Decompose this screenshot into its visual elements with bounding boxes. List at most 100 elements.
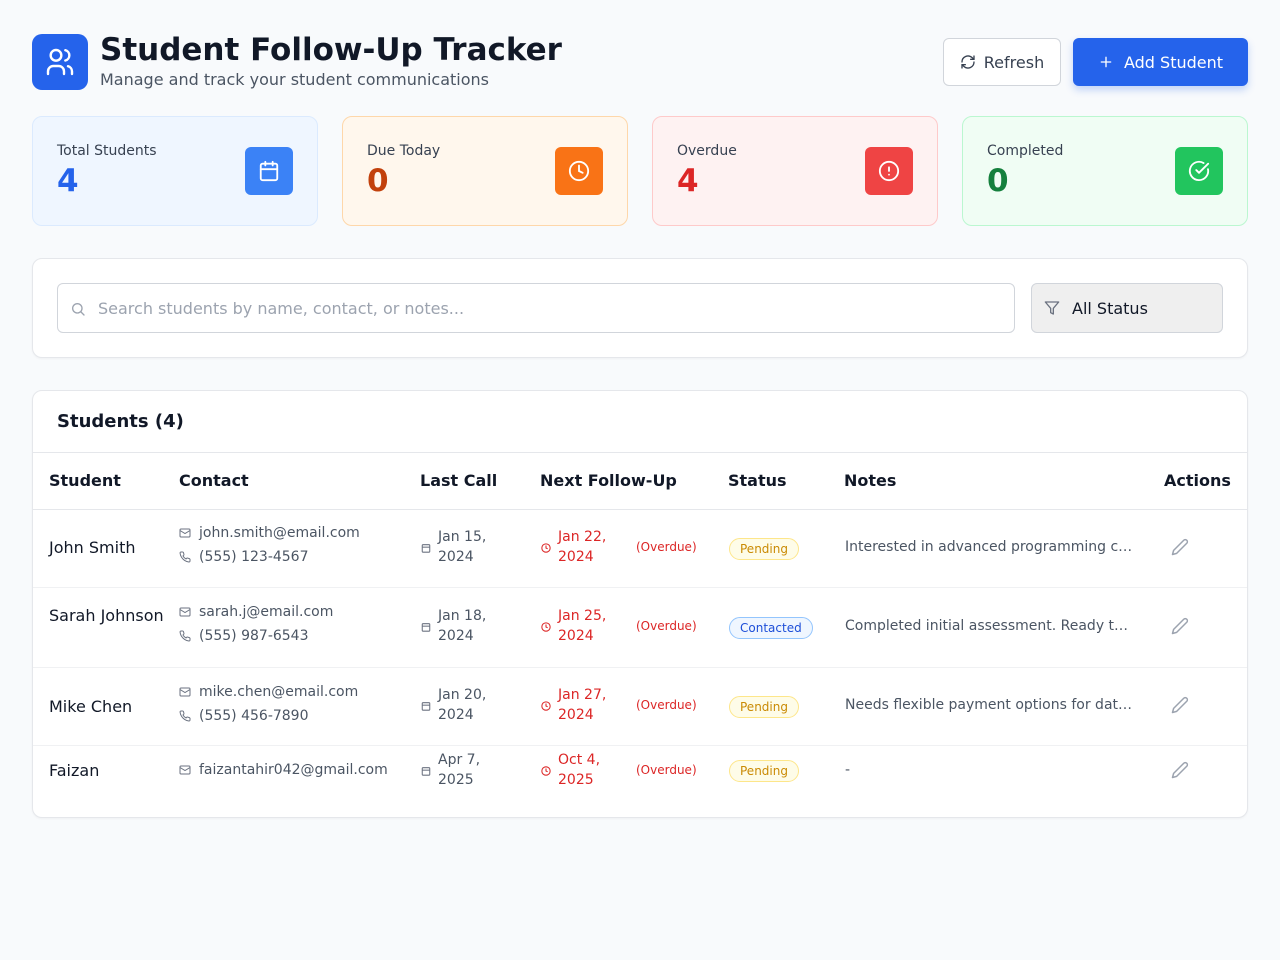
search-box (57, 283, 1015, 333)
notes-text: - (845, 762, 851, 778)
stat-value: 0 (367, 163, 389, 199)
alert-circle-icon (865, 147, 913, 195)
edit-button[interactable] (1171, 538, 1191, 558)
stat-label: Due Today (367, 143, 441, 159)
stat-value: 0 (987, 163, 1009, 199)
contact-phone: (555) 987-6543 (179, 628, 309, 644)
contact-phone: (555) 456-7890 (179, 708, 309, 724)
add-student-button[interactable]: Add Student (1073, 38, 1248, 86)
stat-card-overdue: Overdue 4 (652, 116, 938, 226)
filter-panel: All Status (32, 258, 1248, 358)
refresh-label: Refresh (983, 52, 1045, 72)
column-header-status: Status (728, 471, 787, 490)
search-icon (72, 303, 85, 316)
next-follow-up-date: Jan 22, 2024 (558, 529, 607, 565)
clock-icon (541, 701, 551, 711)
clock-icon (541, 622, 551, 632)
stat-label: Overdue (677, 143, 737, 159)
next-follow-up-date: Jan 27, 2024 (558, 687, 607, 723)
pencil-icon (1171, 696, 1189, 714)
pencil-icon (1171, 538, 1189, 556)
stat-value: 4 (57, 163, 79, 199)
page-title: Student Follow-Up Tracker (100, 32, 562, 68)
student-name: Mike Chen (49, 697, 133, 716)
phone-text: (555) 123-4567 (199, 549, 309, 565)
contact-email: sarah.j@email.com (179, 604, 333, 620)
contact-email: john.smith@email.com (179, 525, 360, 541)
email-text: mike.chen@email.com (199, 684, 359, 700)
clock-icon (541, 543, 551, 553)
edit-button[interactable] (1171, 617, 1191, 637)
last-call-date: Jan 18, 2024 (438, 608, 487, 644)
table-row: Sarah Johnson sarah.j@email.com (555) 98… (33, 588, 1247, 668)
contact-phone: (555) 123-4567 (179, 549, 309, 565)
table-row: Mike Chen mike.chen@email.com (555) 456-… (33, 668, 1247, 746)
next-follow-up-date: Oct 4, 2025 (558, 752, 601, 788)
next-follow-up-date: Jan 25, 2024 (558, 608, 607, 644)
overdue-label: (Overdue) (636, 763, 697, 777)
status-filter-select[interactable]: All Status (1031, 283, 1223, 333)
stat-label: Completed (987, 143, 1064, 159)
column-header-next-follow-up: Next Follow-Up (540, 471, 677, 490)
page-subtitle: Manage and track your student communicat… (100, 70, 490, 89)
check-circle-icon (1175, 147, 1223, 195)
status-badge: Pending (729, 696, 799, 718)
stat-value: 4 (677, 163, 699, 199)
notes-text: Needs flexible payment options for data … (845, 697, 1135, 713)
phone-icon (179, 710, 191, 722)
table-header: Student Contact Last Call Next Follow-Up… (33, 452, 1247, 510)
calendar-icon (421, 544, 431, 553)
student-name: Sarah Johnson (49, 606, 164, 625)
stat-card-total-students: Total Students 4 (32, 116, 318, 226)
email-text: john.smith@email.com (199, 525, 360, 541)
pencil-icon (1171, 617, 1189, 635)
page-header: Student Follow-Up Tracker Manage and tra… (32, 32, 1248, 90)
calendar-icon (421, 767, 431, 776)
table-title: Students (4) (57, 411, 184, 432)
status-badge: Contacted (729, 617, 813, 639)
column-header-actions: Actions (1164, 471, 1231, 490)
student-name: John Smith (49, 538, 136, 557)
overdue-label: (Overdue) (636, 540, 697, 554)
phone-text: (555) 456-7890 (199, 708, 309, 724)
phone-text: (555) 987-6543 (199, 628, 309, 644)
column-header-last-call: Last Call (420, 471, 498, 490)
table-row: John Smith john.smith@email.com (555) 12… (33, 510, 1247, 588)
stat-card-completed: Completed 0 (962, 116, 1248, 226)
contact-email: faizantahir042@gmail.com (179, 762, 388, 778)
refresh-button[interactable]: Refresh (943, 38, 1061, 86)
email-text: sarah.j@email.com (199, 604, 334, 620)
pencil-icon (1171, 761, 1189, 779)
column-header-student: Student (49, 471, 121, 490)
last-call-date: Jan 20, 2024 (438, 687, 487, 723)
calendar-icon (421, 623, 431, 632)
stat-label: Total Students (57, 143, 157, 159)
refresh-icon (961, 55, 975, 69)
last-call-date: Jan 15, 2024 (438, 529, 487, 565)
status-badge: Pending (729, 538, 799, 560)
edit-button[interactable] (1171, 761, 1191, 781)
email-text: faizantahir042@gmail.com (199, 762, 388, 778)
overdue-label: (Overdue) (636, 619, 697, 633)
clock-icon (555, 147, 603, 195)
overdue-label: (Overdue) (636, 698, 697, 712)
last-call-date: Apr 7, 2025 (438, 752, 481, 788)
mail-icon (179, 765, 191, 775)
plus-icon (1100, 56, 1112, 68)
edit-button[interactable] (1171, 696, 1191, 716)
mail-icon (179, 607, 191, 617)
mail-icon (179, 528, 191, 538)
status-badge: Pending (729, 760, 799, 782)
notes-text: Completed initial assessment. Ready to e… (845, 618, 1135, 634)
search-input[interactable] (98, 284, 998, 332)
notes-text: Interested in advanced programming cours… (845, 539, 1135, 555)
phone-icon (179, 630, 191, 642)
status-filter-value: All Status (1072, 298, 1148, 318)
phone-icon (179, 551, 191, 563)
stats-row: Total Students 4 Due Today 0 Overdue 4 C… (32, 116, 1248, 226)
users-icon (32, 34, 88, 90)
calendar-icon (421, 702, 431, 711)
clock-icon (541, 766, 551, 776)
filter-icon (1044, 301, 1060, 315)
add-student-label: Add Student (1123, 52, 1224, 72)
